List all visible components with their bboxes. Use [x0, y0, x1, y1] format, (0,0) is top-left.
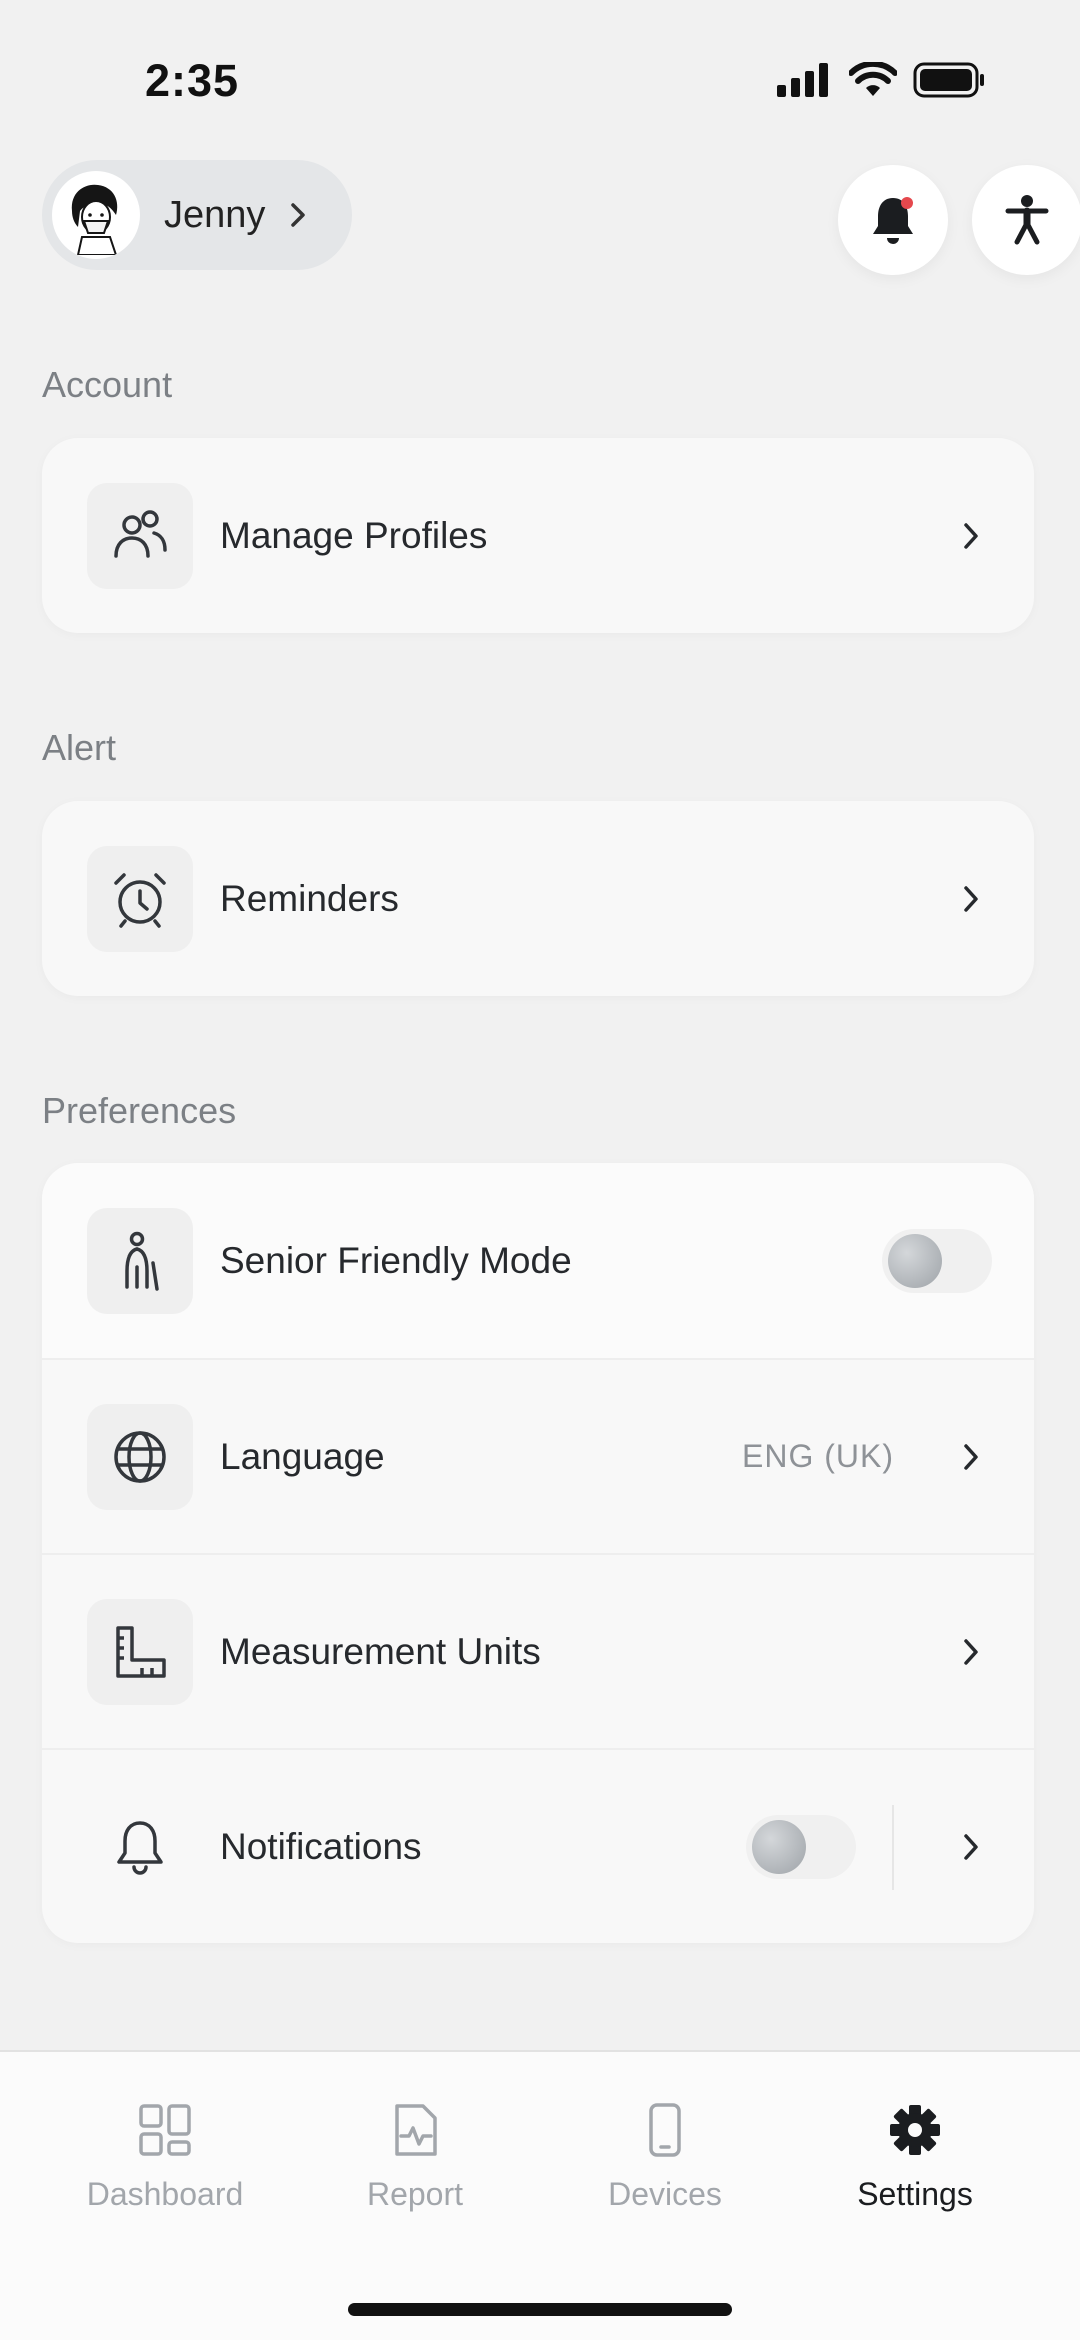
language-row[interactable]: Language ENG (UK): [42, 1358, 1034, 1553]
grid-icon: [139, 2104, 191, 2156]
chevron-right-icon: [287, 200, 309, 230]
vertical-divider: [892, 1805, 894, 1890]
accessibility-button[interactable]: [972, 165, 1080, 275]
report-icon: [395, 2104, 437, 2156]
tab-settings[interactable]: Settings: [790, 2102, 1040, 2213]
tab-devices[interactable]: Devices: [540, 2102, 790, 2213]
status-icons: [777, 62, 985, 98]
bottom-tab-bar: Dashboard Report Devices Settings: [0, 2050, 1080, 2340]
measurement-units-label: Measurement Units: [220, 1630, 541, 1672]
reminders-label: Reminders: [220, 877, 399, 919]
status-time: 2:35: [145, 55, 240, 106]
senior-friendly-mode-toggle[interactable]: [882, 1228, 992, 1293]
home-indicator[interactable]: [348, 2303, 732, 2316]
tab-dashboard[interactable]: Dashboard: [40, 2102, 290, 2213]
cellular-signal-icon: [777, 63, 828, 97]
profile-switcher-button[interactable]: Jenny: [42, 160, 352, 270]
ruler-icon: [87, 1598, 193, 1705]
language-value: ENG (UK): [742, 1438, 894, 1474]
chevron-right-icon: [960, 883, 982, 915]
chevron-right-icon: [960, 1636, 982, 1668]
bell-icon: [873, 197, 913, 244]
tab-label: Report: [366, 2176, 464, 2212]
avatar-illustration-icon: [56, 175, 136, 255]
account-card: Manage Profiles: [42, 438, 1034, 633]
reminders-row[interactable]: Reminders: [42, 801, 1034, 996]
notifications-toggle[interactable]: [746, 1814, 856, 1879]
notifications-button[interactable]: [838, 165, 948, 275]
tab-report[interactable]: Report: [290, 2102, 540, 2213]
senior-friendly-mode-label: Senior Friendly Mode: [220, 1239, 572, 1281]
toggle-knob: [888, 1233, 942, 1288]
avatar: [52, 171, 140, 259]
wifi-icon: [849, 62, 897, 96]
chevron-right-icon: [960, 1831, 982, 1863]
bell-outline-icon: [87, 1794, 193, 1900]
section-title-preferences: Preferences: [42, 1090, 237, 1131]
profile-name: Jenny: [164, 193, 266, 236]
battery-icon: [913, 62, 984, 98]
senior-person-icon: [87, 1207, 193, 1314]
notifications-row[interactable]: Notifications: [42, 1748, 1034, 1943]
senior-friendly-mode-row: Senior Friendly Mode: [42, 1163, 1034, 1358]
gear-icon: [890, 2105, 940, 2155]
chevron-right-icon: [960, 520, 982, 552]
chevron-right-icon: [960, 1441, 982, 1473]
section-title-alert: Alert: [42, 727, 117, 768]
phone-icon: [649, 2103, 681, 2157]
section-title-account: Account: [42, 364, 173, 405]
notifications-label: Notifications: [220, 1825, 422, 1867]
measurement-units-row[interactable]: Measurement Units: [42, 1553, 1034, 1748]
tab-label: Settings: [857, 2176, 973, 2212]
alarm-clock-icon: [87, 845, 193, 952]
users-icon: [87, 482, 193, 589]
manage-profiles-row[interactable]: Manage Profiles: [42, 438, 1034, 633]
status-bar: 2:35: [0, 0, 1080, 150]
toggle-knob: [752, 1819, 806, 1874]
globe-icon: [87, 1403, 193, 1510]
alert-card: Reminders: [42, 801, 1034, 996]
header: Jenny: [0, 160, 1080, 275]
accessibility-icon: [1005, 195, 1049, 245]
language-label: Language: [220, 1435, 385, 1477]
tab-label: Dashboard: [86, 2176, 244, 2212]
manage-profiles-label: Manage Profiles: [220, 514, 488, 556]
tab-label: Devices: [608, 2176, 722, 2212]
preferences-card: Senior Friendly Mode Language ENG (UK) M…: [42, 1163, 1034, 1943]
